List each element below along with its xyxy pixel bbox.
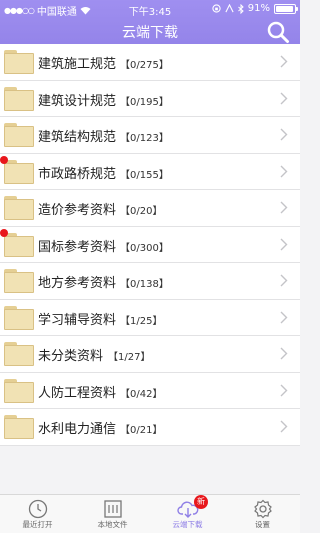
folder-list: 建筑施工规范 【0/275】 建筑设计规范 【0/195】 建筑结构规范 【0/123】市… xyxy=(0,44,300,446)
folder-icon xyxy=(4,269,34,293)
tab-cloud-download[interactable]: 新 云端下载 xyxy=(150,495,225,533)
tab-settings-label: 设置 xyxy=(255,520,270,529)
chevron-right-icon xyxy=(280,165,288,177)
clock-icon xyxy=(28,499,47,519)
folder-icon xyxy=(4,123,34,147)
folder-row[interactable]: 水利电力通信 【0/21】 xyxy=(0,409,300,446)
chevron-right-icon xyxy=(280,55,288,68)
folder-icon xyxy=(4,232,34,257)
chevron-right-icon xyxy=(280,311,288,323)
tab-recent[interactable]: 最近打开 xyxy=(0,495,75,533)
tab-cloud-label: 云端下载 xyxy=(172,520,203,529)
folder-name: 学习辅导资料 xyxy=(38,312,117,328)
bluetooth-icon xyxy=(237,3,244,14)
tab-settings[interactable]: 设置 xyxy=(225,495,300,533)
folder-row[interactable]: 建筑设计规范 【0/195】 xyxy=(0,81,300,117)
alarm-icon xyxy=(225,4,234,13)
folder-icon xyxy=(4,378,34,403)
folder-name: 国标参考资料 xyxy=(38,239,117,255)
folder-count: 【0/42】 xyxy=(120,388,163,400)
tab-local-files[interactable]: 本地文件 xyxy=(75,495,150,533)
chevron-right-icon xyxy=(280,238,288,250)
folder-count: 【1/25】 xyxy=(120,315,163,327)
folder-icon xyxy=(4,86,34,111)
folder-count: 【1/27】 xyxy=(108,352,151,363)
folder-count: 【0/138】 xyxy=(120,279,169,290)
tab-local-label: 本地文件 xyxy=(97,520,128,529)
status-bar: ●●●○○ 中国联通 下午3:45 91% xyxy=(0,0,300,20)
folder-row[interactable]: 造价参考资料 【0/20】 xyxy=(0,190,300,227)
folder-icon xyxy=(4,342,34,366)
folder-name: 建筑设计规范 xyxy=(38,93,117,109)
folder-icon xyxy=(4,50,34,74)
folder-row[interactable]: 未分类资料 【1/27】 xyxy=(0,336,300,373)
folder-name: 建筑施工规范 xyxy=(38,57,117,72)
folder-icon xyxy=(4,159,34,184)
folder-row[interactable]: 建筑结构规范 【0/123】 xyxy=(0,117,300,154)
folder-count: 【0/275】 xyxy=(120,60,169,71)
chevron-right-icon xyxy=(280,128,288,141)
folder-icon xyxy=(4,196,34,220)
folder-count: 【0/123】 xyxy=(120,133,169,144)
folder-name: 市政路桥规范 xyxy=(38,166,117,182)
folder-count: 【0/155】 xyxy=(120,169,169,181)
battery-percent: 91% xyxy=(247,3,270,14)
folder-name: 建筑结构规范 xyxy=(38,130,117,145)
orientation-lock-icon xyxy=(212,4,221,13)
folder-row[interactable]: 地方参考资料 【0/138】 xyxy=(0,263,300,300)
tab-recent-label: 最近打开 xyxy=(22,520,53,529)
folder-name: 未分类资料 xyxy=(38,349,104,364)
folder-name: 地方参考资料 xyxy=(38,276,117,291)
folder-name: 人防工程资料 xyxy=(38,385,117,401)
chevron-right-icon xyxy=(280,274,288,287)
chevron-right-icon xyxy=(280,347,288,360)
folder-name: 水利电力通信 xyxy=(38,422,117,437)
folder-row[interactable]: 人防工程资料 【0/42】 xyxy=(0,373,300,409)
folder-icon xyxy=(4,305,34,330)
folder-count: 【0/195】 xyxy=(120,96,169,108)
new-dot xyxy=(0,155,8,164)
tab-bar: 最近打开 本地文件 新 云端下载 设置 xyxy=(0,494,300,533)
search-icon[interactable] xyxy=(266,20,290,44)
folder-row[interactable]: 建筑施工规范 【0/275】 xyxy=(0,44,300,81)
new-dot xyxy=(0,228,8,237)
battery-icon xyxy=(274,3,298,14)
chevron-right-icon xyxy=(280,384,288,396)
new-badge: 新 xyxy=(194,495,208,509)
folder-row[interactable]: 市政路桥规范 【0/155】 xyxy=(0,154,300,190)
chevron-right-icon xyxy=(280,420,288,433)
chevron-right-icon xyxy=(280,92,288,104)
book-icon xyxy=(103,500,122,518)
chevron-right-icon xyxy=(280,201,288,214)
folder-count: 【0/300】 xyxy=(120,242,169,254)
folder-row[interactable]: 学习辅导资料 【1/25】 xyxy=(0,300,300,336)
gear-icon xyxy=(253,499,272,519)
folder-row[interactable]: 国标参考资料 【0/300】 xyxy=(0,227,300,263)
folder-name: 造价参考资料 xyxy=(38,203,117,218)
folder-count: 【0/21】 xyxy=(120,425,163,436)
folder-count: 【0/20】 xyxy=(120,206,163,217)
folder-icon xyxy=(4,415,34,439)
page-title: 云端下载 xyxy=(122,25,178,41)
